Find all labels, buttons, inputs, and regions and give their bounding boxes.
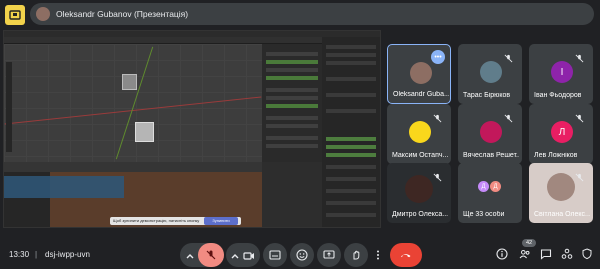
avatar: Л: [551, 121, 573, 143]
separator: |: [35, 250, 38, 259]
mic-off-icon: [504, 110, 516, 123]
reactions-button[interactable]: [290, 243, 314, 267]
participant-name: Максим Остапч...: [392, 152, 448, 159]
mic-off-icon: [206, 250, 216, 260]
emoji-icon: [296, 249, 308, 261]
mic-off-icon: [575, 110, 587, 123]
present-screen-icon: [323, 250, 335, 259]
blender-side-panel: [262, 44, 322, 162]
captions-icon: [269, 250, 281, 260]
camera-icon[interactable]: [243, 249, 255, 261]
blender-viewport: [4, 44, 262, 162]
host-controls-icon[interactable]: [580, 247, 594, 261]
participant-tile-8[interactable]: Світлана Олекс...: [529, 163, 593, 223]
captions-button[interactable]: [263, 243, 287, 267]
avatar: [480, 121, 502, 143]
participant-tile-5[interactable]: Л Лев Ложніков: [529, 104, 593, 164]
raise-hand-button[interactable]: [344, 243, 368, 267]
present-screen-button[interactable]: [317, 243, 341, 267]
people-icon[interactable]: [518, 247, 532, 261]
participant-tile-4[interactable]: Вячеслав Решет...: [458, 104, 522, 164]
mic-off-icon: [575, 50, 587, 63]
stop-sharing-button[interactable]: Зупинити: [204, 217, 238, 225]
mic-off-icon: [504, 50, 516, 63]
meeting-code: dsj-iwpp-uvn: [45, 250, 90, 259]
participant-name: Дмитро Олекса...: [392, 211, 448, 218]
phone-hangup-icon: [400, 254, 411, 258]
participant-tile-6[interactable]: Дмитро Олекса...: [387, 163, 451, 223]
camera-control-group: [226, 243, 260, 267]
avatar: [547, 173, 575, 201]
blender-tool-shelf: [6, 62, 12, 152]
mic-off-icon: [433, 169, 445, 182]
chevron-up-icon[interactable]: [184, 249, 196, 261]
blender-lower-panel: [262, 162, 322, 227]
top-bar: Oleksandr Gubanov (Презентація): [0, 0, 600, 34]
info-icon[interactable]: [495, 247, 509, 261]
blender-cube-small: [122, 74, 137, 90]
avatar: І: [551, 61, 573, 83]
participant-tile-2[interactable]: І Іван Фьодоров: [529, 44, 593, 104]
participant-name: Вячеслав Решет...: [463, 152, 519, 159]
chat-icon[interactable]: [539, 247, 553, 261]
chevron-up-icon[interactable]: [229, 249, 241, 261]
avatar: Д: [478, 181, 489, 192]
avatar: Д: [490, 181, 501, 192]
more-vert-icon: [377, 250, 379, 260]
avatar: [409, 121, 431, 143]
participant-name: Іван Фьодоров: [534, 92, 582, 99]
more-options-button[interactable]: [371, 243, 385, 267]
participant-name: Світлана Олекс...: [534, 211, 590, 218]
avatar: [405, 175, 433, 203]
participant-name: Лев Ложніков: [534, 152, 578, 159]
mic-off-button[interactable]: [198, 243, 224, 267]
blender-properties-panel: [322, 37, 380, 227]
bottom-bar: 13:30 | dsj-iwpp-uvn 42: [0, 230, 600, 269]
presenter-avatar: [36, 7, 50, 21]
avatar: [480, 61, 502, 83]
more-participants-label: Ще 33 особи: [463, 211, 505, 218]
blender-cube-large: [135, 122, 154, 142]
hand-icon: [353, 250, 360, 260]
more-participants-tile[interactable]: Д Д Ще 33 особи: [458, 163, 522, 223]
mic-off-icon: [575, 169, 587, 182]
mic-control-group: [180, 243, 224, 267]
more-options-icon[interactable]: •••: [431, 50, 445, 64]
participant-tile-3[interactable]: Максим Остапч...: [387, 104, 451, 164]
app-logo-icon: [5, 5, 25, 25]
participant-name: Тарас Бірюков: [463, 92, 511, 99]
shared-screen: Щоб зупинити демонстрацію, натисніть кно…: [3, 30, 381, 228]
participant-tile-1[interactable]: Тарас Бірюков: [458, 44, 522, 104]
participants-count-badge: 42: [522, 239, 536, 247]
activities-icon[interactable]: [560, 247, 574, 261]
presentation-banner[interactable]: Oleksandr Gubanov (Презентація): [30, 3, 594, 25]
presenter-label: Oleksandr Gubanov (Презентація): [56, 9, 189, 19]
participant-name: Oleksandr Guba...: [393, 91, 449, 98]
participant-tile-0[interactable]: ••• Oleksandr Guba...: [387, 44, 451, 104]
mic-off-icon: [433, 110, 445, 123]
avatar: [410, 62, 432, 84]
clock: 13:30: [9, 250, 30, 259]
end-call-button[interactable]: [390, 243, 422, 267]
